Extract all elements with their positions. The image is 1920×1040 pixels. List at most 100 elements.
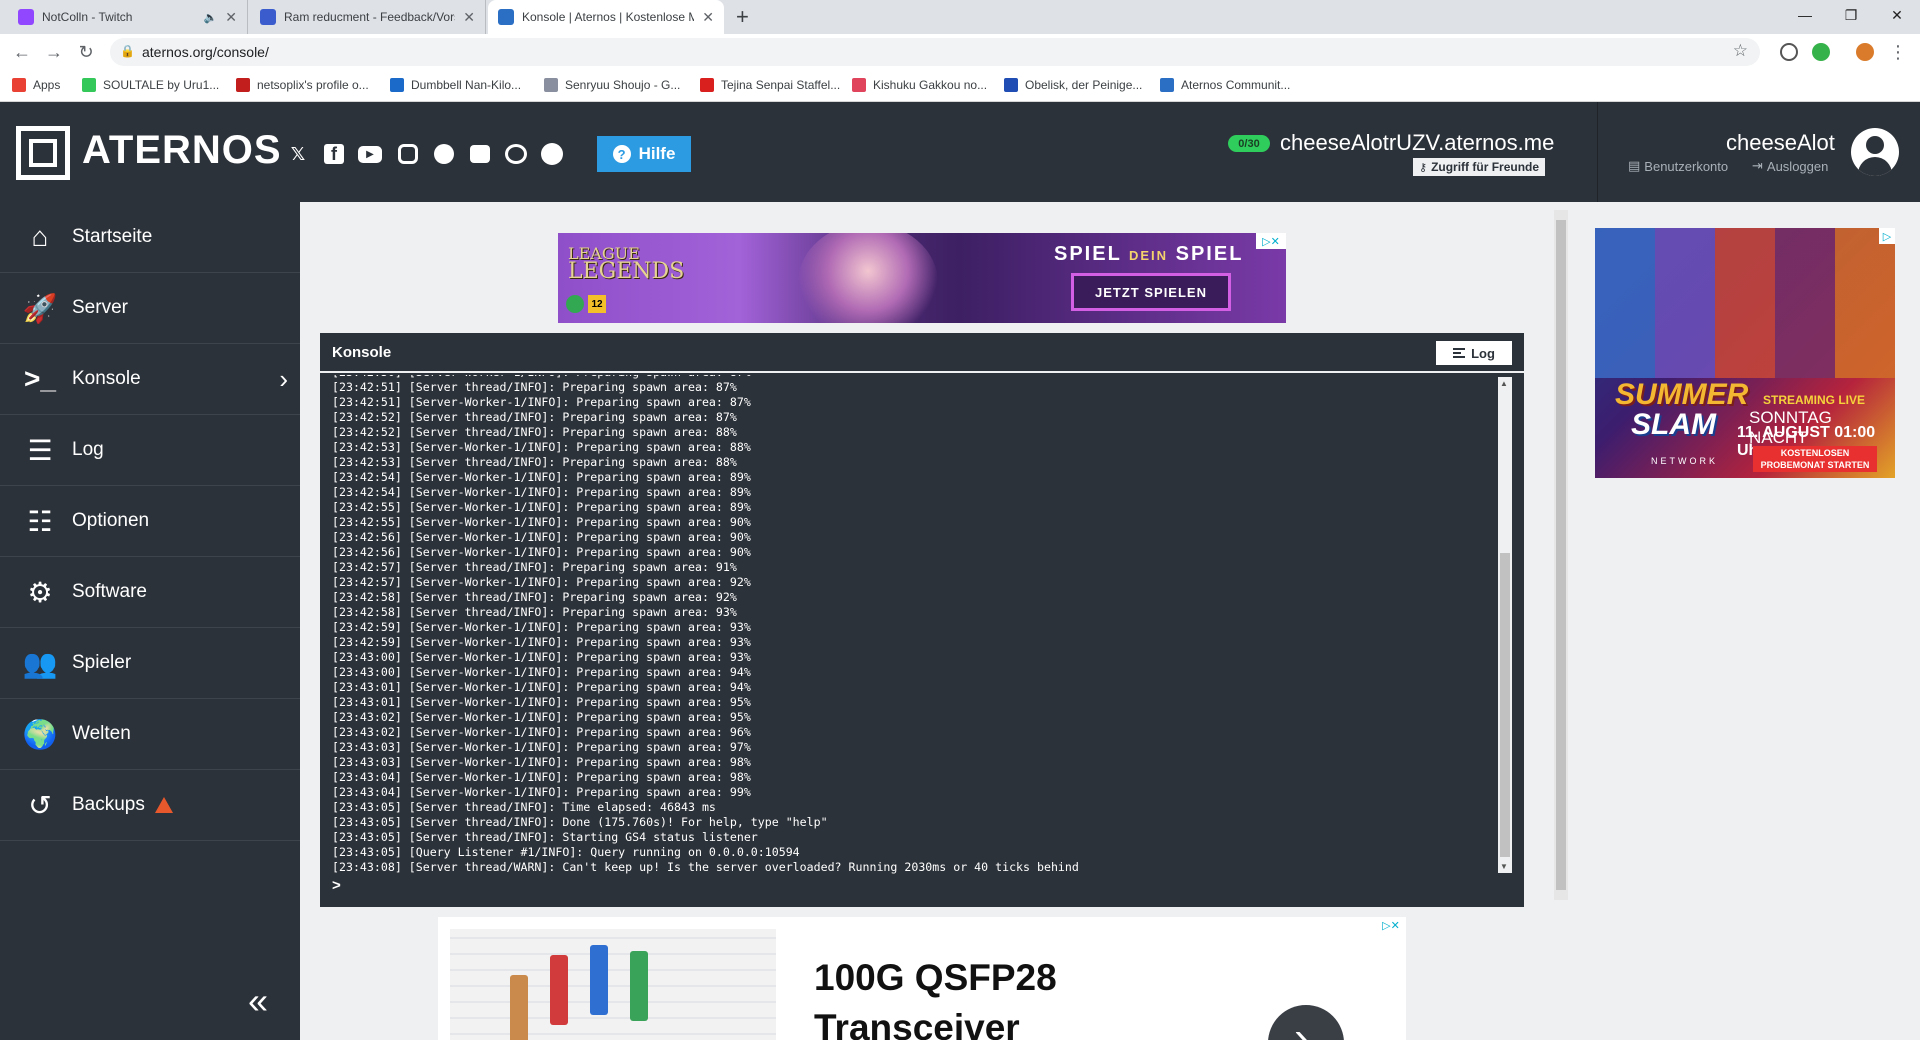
console-line: [23:43:00] [Server-Worker-1/INFO]: Prepa… [332, 650, 751, 664]
reload-icon[interactable]: ↻ [74, 40, 98, 64]
help-button[interactable]: ? Hilfe [597, 136, 691, 172]
account-link[interactable]: ▤ Benutzerkonto [1628, 158, 1728, 174]
speaker-icon[interactable]: 🔈 [204, 11, 218, 24]
console-line: [23:43:05] [Server thread/INFO]: Startin… [332, 830, 758, 844]
aternos-icon [498, 9, 514, 25]
rocket-icon: 🚀 [22, 292, 58, 324]
console-line: [23:42:59] [Server-Worker-1/INFO]: Prepa… [332, 620, 751, 634]
transceiver-image [590, 945, 608, 1015]
new-tab-button[interactable]: + [736, 4, 749, 30]
page-scrollbar[interactable] [1554, 210, 1568, 900]
collapse-sidebar-icon[interactable]: « [248, 980, 268, 1022]
sidebar-item-log[interactable]: ☰ Log [0, 415, 300, 486]
browser-tab-twitch[interactable]: NotColln - Twitch 🔈 ✕ [8, 0, 248, 34]
console-scroll-thumb[interactable] [1500, 553, 1510, 857]
sidebar-item-software[interactable]: ⚙ Software [0, 557, 300, 628]
facebook-icon[interactable]: f [322, 142, 346, 166]
ad-slam: SLAM [1631, 408, 1716, 441]
console-scrollbar[interactable]: ▲ ▼ [1498, 377, 1512, 873]
ad-network: NETWORK [1651, 456, 1718, 466]
transceiver-image [630, 951, 648, 1021]
user-avatar-icon[interactable] [1851, 128, 1899, 176]
log-button[interactable]: Log [1436, 341, 1512, 365]
logout-icon: ⇥ [1752, 158, 1763, 173]
console-line: [23:43:02] [Server-Worker-1/INFO]: Prepa… [332, 710, 751, 724]
ad-banner-side[interactable]: SUMMER SLAM NETWORK STREAMING LIVE SONNT… [1595, 228, 1895, 478]
minimize-button[interactable]: — [1782, 0, 1828, 30]
bookmark-star-icon[interactable]: ☆ [1733, 41, 1748, 61]
bookmarks-bar: Apps SOULTALE by Uru1... netsoplix's pro… [0, 70, 1920, 102]
instagram-icon[interactable] [396, 142, 420, 166]
sidebar-item-startseite[interactable]: ⌂ Startseite [0, 202, 300, 273]
tab-close-icon[interactable]: ✕ [463, 9, 475, 26]
console-line: [23:42:54] [Server-Worker-1/INFO]: Prepa… [332, 470, 751, 484]
console-line: [23:42:59] [Server-Worker-1/INFO]: Prepa… [332, 635, 751, 649]
ad-next-arrow-icon[interactable] [1268, 1005, 1344, 1040]
bookmark-apps[interactable]: Apps [12, 78, 60, 92]
browser-menu-icon[interactable]: ⋮ [1886, 40, 1910, 64]
bookmark-netsoplix[interactable]: netsoplix's profile o... [236, 78, 369, 92]
twitter-icon[interactable]: 𝕏 [286, 142, 310, 166]
bookmark-obelisk[interactable]: Obelisk, der Peinige... [1004, 78, 1142, 92]
log-icon: ☰ [27, 434, 53, 466]
adchoices-icon[interactable]: ▷✕ [1256, 233, 1286, 249]
sidebar-item-welten[interactable]: 🌍 Welten [0, 699, 300, 770]
profile-avatar-icon[interactable] [1856, 43, 1874, 61]
age-rating-badge: 12 [588, 295, 606, 313]
bookmark-senryuu[interactable]: Senryuu Shoujo - G... [544, 78, 680, 92]
maximize-button[interactable]: ❐ [1828, 0, 1874, 30]
github-icon[interactable] [540, 142, 564, 166]
adchoices-icon[interactable]: ▷ [1879, 228, 1895, 244]
bookmark-icon [544, 78, 558, 92]
console-input-prompt[interactable]: > [332, 877, 341, 894]
console-line: [23:42:54] [Server-Worker-1/INFO]: Prepa… [332, 485, 751, 499]
ad-banner-bottom[interactable]: 100G QSFP28 Transceiver ▷✕ [438, 917, 1406, 1040]
console-line: [23:42:58] [Server thread/INFO]: Prepari… [332, 605, 737, 619]
bookmark-soultale[interactable]: SOULTALE by Uru1... [82, 78, 219, 92]
bookmark-kishuku[interactable]: Kishuku Gakkou no... [852, 78, 987, 92]
bookmark-dumbbell[interactable]: Dumbbell Nan-Kilo... [390, 78, 521, 92]
sidebar-item-optionen[interactable]: ☷ Optionen [0, 486, 300, 557]
url-field[interactable]: 🔒 aternos.org/console/ ☆ [110, 38, 1760, 66]
console-output[interactable]: [23:42:50] [Server-Worker-1/INFO]: Prepa… [332, 375, 1492, 875]
console-line: [23:42:57] [Server-Worker-1/INFO]: Prepa… [332, 575, 751, 589]
logout-link[interactable]: ⇥ Ausloggen [1752, 158, 1828, 174]
browser-tab-konsole[interactable]: Konsole | Aternos | Kostenlose M ✕ [488, 0, 724, 34]
bookmark-aternos-community[interactable]: Aternos Communit... [1160, 78, 1290, 92]
ad-trial-button[interactable]: KOSTENLOSEN PROBEMONAT STARTEN [1753, 446, 1877, 472]
browser-tab-feedback[interactable]: Ram reducment - Feedback/Vors ✕ [250, 0, 486, 34]
back-icon[interactable]: ← [10, 40, 34, 64]
extension-green-icon[interactable] [1812, 43, 1830, 61]
scroll-up-icon[interactable]: ▲ [1500, 379, 1508, 388]
adchoices-icon[interactable]: ▷✕ [1376, 917, 1406, 933]
ad-banner-top[interactable]: LEAGUE LEGENDS 12 SPIEL DEIN SPIEL JETZT… [558, 233, 1286, 323]
sidebar-item-spieler[interactable]: 👥 Spieler [0, 628, 300, 699]
close-window-button[interactable]: ✕ [1874, 0, 1920, 30]
extension-timer-icon[interactable] [1780, 43, 1798, 61]
reddit-icon[interactable] [432, 142, 456, 166]
teamspeak-icon[interactable] [504, 142, 528, 166]
aternos-logo-icon[interactable] [16, 126, 70, 180]
home-icon: ⌂ [31, 221, 49, 252]
forward-icon[interactable]: → [42, 40, 66, 64]
console-line: [23:42:53] [Server-Worker-1/INFO]: Prepa… [332, 440, 751, 454]
scroll-down-icon[interactable]: ▼ [1500, 862, 1508, 871]
ad-cta-button[interactable]: JETZT SPIELEN [1071, 273, 1231, 311]
sidebar-item-backups[interactable]: ↺ Backups [0, 770, 300, 841]
bookmark-icon [390, 78, 404, 92]
youtube-icon[interactable]: ▶ [358, 142, 382, 166]
bookmark-icon [236, 78, 250, 92]
friends-access-button[interactable]: ⚷ Zugriff für Freunde [1413, 158, 1546, 176]
tab-close-icon[interactable]: ✕ [702, 9, 714, 26]
bookmark-icon [1160, 78, 1174, 92]
page-scroll-thumb[interactable] [1556, 220, 1566, 890]
server-address[interactable]: cheeseAlotrUZV.aternos.me [1280, 130, 1554, 156]
aternos-forum-icon [260, 9, 276, 25]
logo-text[interactable]: ATERNOS [82, 128, 282, 173]
sidebar-item-konsole[interactable]: >_ Konsole › [0, 344, 300, 415]
discord-icon[interactable] [468, 142, 492, 166]
bookmark-tejina[interactable]: Tejina Senpai Staffel... [700, 78, 840, 92]
sidebar-item-server[interactable]: 🚀 Server [0, 273, 300, 344]
console-line: [23:42:57] [Server thread/INFO]: Prepari… [332, 560, 737, 574]
tab-close-icon[interactable]: ✕ [225, 9, 237, 26]
